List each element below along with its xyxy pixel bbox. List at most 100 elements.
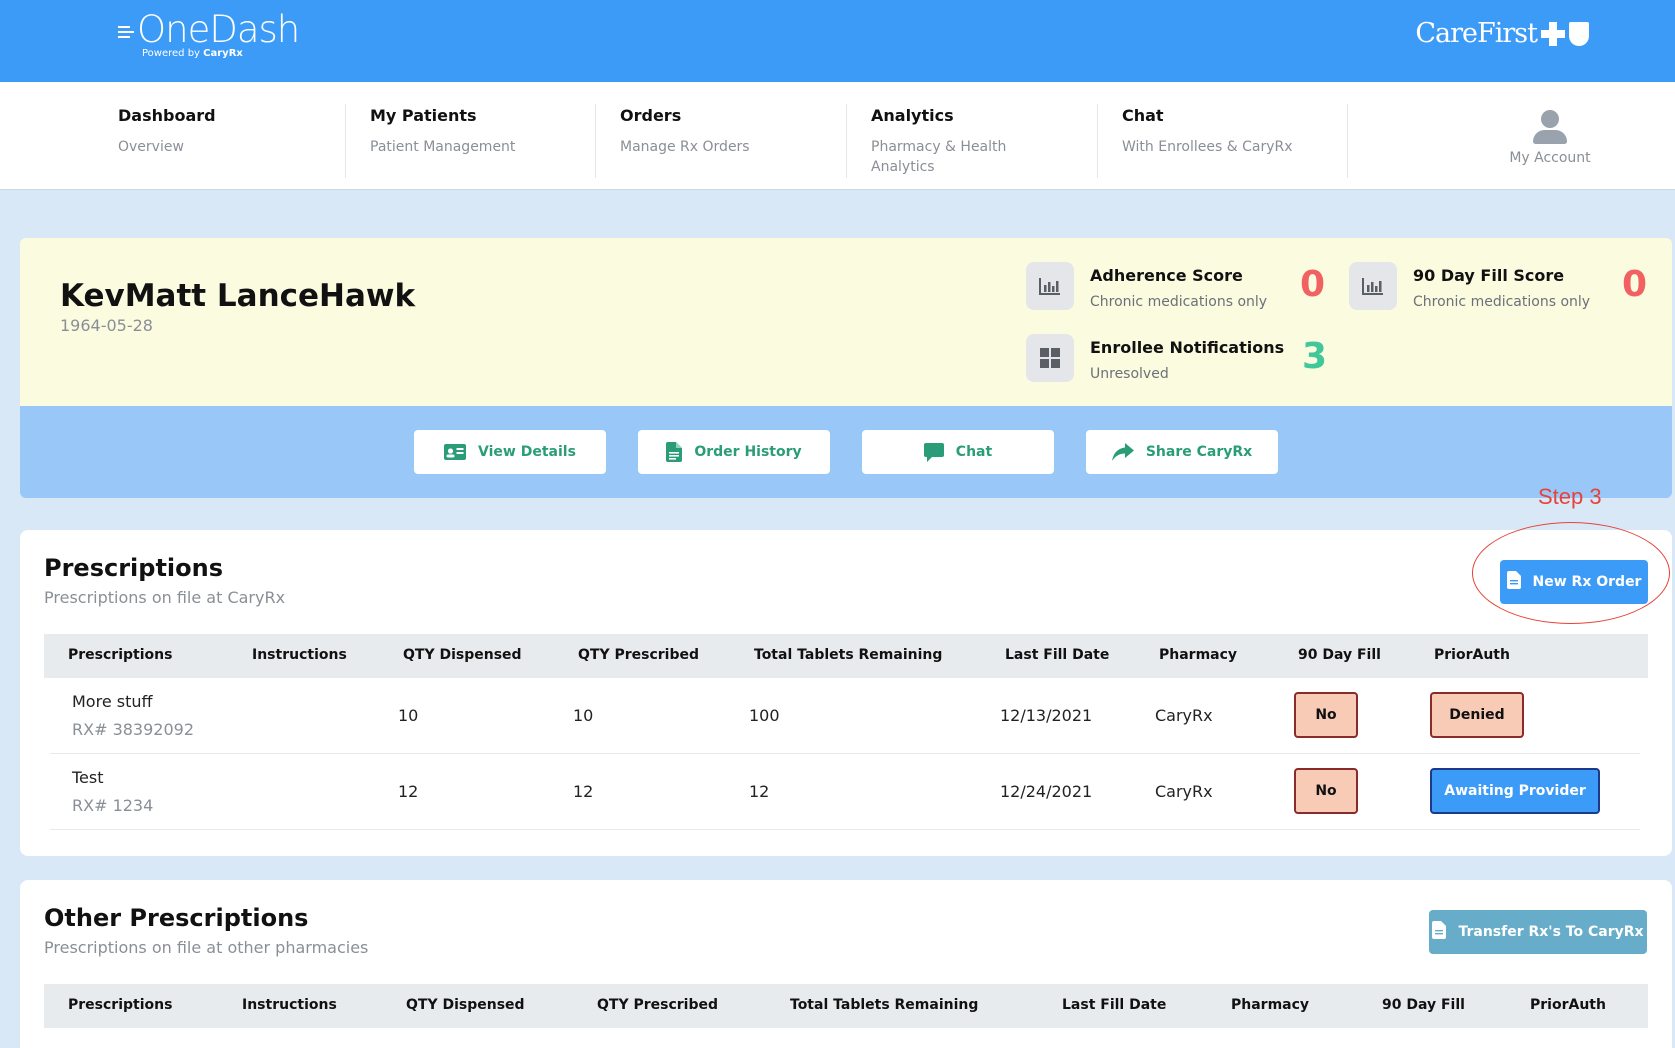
chat-label: Chat xyxy=(955,444,993,460)
section-title: Prescriptions xyxy=(44,554,224,582)
cross-icon xyxy=(1541,21,1565,46)
nav-subtitle: Patient Management xyxy=(370,139,516,155)
column-header[interactable]: Pharmacy xyxy=(1231,997,1309,1013)
column-header[interactable]: Total Tablets Remaining xyxy=(754,647,942,663)
column-header[interactable]: PriorAuth xyxy=(1530,997,1606,1013)
document-icon xyxy=(1432,921,1447,943)
metric-title: Enrollee Notifications xyxy=(1090,338,1285,357)
chart-icon xyxy=(1026,262,1074,310)
adherence-score: Adherence Score Chronic medications only xyxy=(1026,262,1326,318)
chart-icon xyxy=(1349,262,1397,310)
share-caryrx-button[interactable]: Share CaryRx xyxy=(1086,430,1278,474)
last-fill-date: 12/13/2021 xyxy=(1000,706,1093,725)
shield-icon xyxy=(1569,21,1589,46)
rx-number: RX# 1234 xyxy=(72,796,154,815)
column-header[interactable]: 90 Day Fill xyxy=(1298,647,1381,663)
nav-item-dashboard[interactable]: Dashboard Overview xyxy=(94,104,346,178)
table-header: Prescriptions Instructions QTY Dispensed… xyxy=(44,634,1648,678)
tablets-remaining: 12 xyxy=(749,782,770,801)
nav-title: Analytics xyxy=(871,106,954,125)
qty-dispensed: 10 xyxy=(398,706,419,725)
other-prescriptions-section: Other Prescriptions Prescriptions on fil… xyxy=(20,880,1672,1048)
nav-subtitle: Overview xyxy=(118,139,184,155)
carefirst-logo: CareFirst xyxy=(1415,18,1589,49)
last-fill-date: 12/24/2021 xyxy=(1000,782,1093,801)
table-header: Prescriptions Instructions QTY Dispensed… xyxy=(44,984,1648,1028)
section-subtitle: Prescriptions on file at other pharmacie… xyxy=(44,938,369,957)
day90-fill-badge[interactable]: No xyxy=(1294,768,1358,814)
nav-item-orders[interactable]: Orders Manage Rx Orders xyxy=(596,104,847,178)
logo-text: OneDash xyxy=(137,8,300,51)
table-row[interactable]: More stuff RX# 38392092 10 10 100 12/13/… xyxy=(50,678,1640,754)
column-header[interactable]: Last Fill Date xyxy=(1062,997,1166,1013)
metric-subtitle: Chronic medications only xyxy=(1413,294,1591,310)
grid-icon xyxy=(1026,334,1074,382)
transfer-rx-label: Transfer Rx's To CaryRx xyxy=(1458,924,1644,940)
day90-fill-badge[interactable]: No xyxy=(1294,692,1358,738)
patient-name: KevMatt LanceHawk xyxy=(60,278,416,314)
metric-title: 90 Day Fill Score xyxy=(1413,266,1565,285)
nav-item-chat[interactable]: Chat With Enrollees & CaryRx xyxy=(1098,104,1348,178)
table-row[interactable]: Test RX# 1234 12 12 12 12/24/2021 CaryRx… xyxy=(50,754,1640,830)
top-bar: OneDash Powered by CaryRx CareFirst xyxy=(0,0,1675,82)
qty-dispensed: 12 xyxy=(398,782,419,801)
nav-title: Chat xyxy=(1122,106,1164,125)
column-header[interactable]: QTY Prescribed xyxy=(578,647,699,663)
step-annotation-circle xyxy=(1472,522,1670,624)
nav-subtitle: Manage Rx Orders xyxy=(620,139,750,155)
metric-subtitle: Unresolved xyxy=(1090,366,1169,382)
my-account-button[interactable]: My Account xyxy=(1480,110,1620,166)
rx-name: Test xyxy=(72,768,104,787)
nav-item-analytics[interactable]: Analytics Pharmacy & Health Analytics xyxy=(847,104,1098,178)
share-arrow-icon xyxy=(1111,443,1134,461)
column-header[interactable]: Instructions xyxy=(242,997,337,1013)
nav-title: Dashboard xyxy=(118,106,216,125)
carefirst-logo-text: CareFirst xyxy=(1415,18,1538,49)
nav-title: Orders xyxy=(620,106,682,125)
patient-dob: 1964-05-28 xyxy=(60,316,153,335)
section-subtitle: Prescriptions on file at CaryRx xyxy=(44,588,286,607)
qty-prescribed: 10 xyxy=(573,706,594,725)
tablets-remaining: 100 xyxy=(749,706,780,725)
prior-auth-status[interactable]: Denied xyxy=(1430,692,1524,738)
prior-auth-status[interactable]: Awaiting Provider xyxy=(1430,768,1600,814)
view-details-label: View Details xyxy=(478,444,576,460)
qty-prescribed: 12 xyxy=(573,782,594,801)
column-header[interactable]: Instructions xyxy=(252,647,347,663)
column-header[interactable]: QTY Dispensed xyxy=(406,997,525,1013)
column-header[interactable]: Prescriptions xyxy=(68,997,172,1013)
transfer-rx-button[interactable]: Transfer Rx's To CaryRx xyxy=(1429,910,1647,954)
fill90-score-value: 0 xyxy=(1622,264,1648,305)
onedash-logo[interactable]: OneDash Powered by CaryRx xyxy=(118,8,300,59)
step-annotation-label: Step 3 xyxy=(1538,484,1602,509)
order-history-label: Order History xyxy=(694,444,802,460)
share-label: Share CaryRx xyxy=(1145,444,1253,460)
patient-actions-bar: View Details Order History Chat Share Ca… xyxy=(20,406,1672,498)
fill90-score: 90 Day Fill Score Chronic medications on… xyxy=(1349,262,1649,318)
column-header[interactable]: PriorAuth xyxy=(1434,647,1510,663)
main-nav: Dashboard Overview My Patients Patient M… xyxy=(0,82,1675,190)
enrollee-notifications: Enrollee Notifications Unresolved xyxy=(1026,334,1326,390)
rx-number: RX# 38392092 xyxy=(72,720,195,739)
id-card-icon xyxy=(444,444,467,460)
column-header[interactable]: Last Fill Date xyxy=(1005,647,1109,663)
chat-bubble-icon xyxy=(923,442,944,462)
nav-item-my-patients[interactable]: My Patients Patient Management xyxy=(346,104,596,178)
chat-button[interactable]: Chat xyxy=(862,430,1054,474)
prescriptions-section: Prescriptions Prescriptions on file at C… xyxy=(20,530,1672,856)
column-header[interactable]: 90 Day Fill xyxy=(1382,997,1465,1013)
menu-lines-icon xyxy=(118,26,134,38)
pharmacy: CaryRx xyxy=(1155,782,1213,801)
patient-summary-card: KevMatt LanceHawk 1964-05-28 Adherence S… xyxy=(20,238,1672,406)
account-label: My Account xyxy=(1509,150,1591,166)
column-header[interactable]: Total Tablets Remaining xyxy=(790,997,978,1013)
column-header[interactable]: Prescriptions xyxy=(68,647,172,663)
order-history-button[interactable]: Order History xyxy=(638,430,830,474)
user-icon xyxy=(1533,110,1567,146)
column-header[interactable]: QTY Dispensed xyxy=(403,647,522,663)
metric-subtitle: Chronic medications only xyxy=(1090,294,1268,310)
view-details-button[interactable]: View Details xyxy=(414,430,606,474)
column-header[interactable]: QTY Prescribed xyxy=(597,997,718,1013)
column-header[interactable]: Pharmacy xyxy=(1159,647,1237,663)
pharmacy: CaryRx xyxy=(1155,706,1213,725)
